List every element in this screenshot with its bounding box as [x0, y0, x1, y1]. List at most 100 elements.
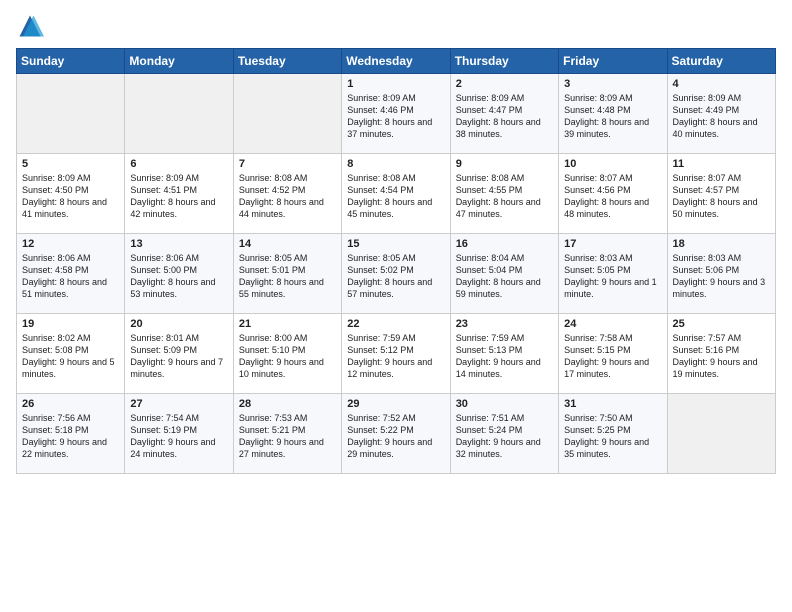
dow-header-wednesday: Wednesday: [342, 49, 450, 74]
cell-info: Sunrise: 8:06 AM Sunset: 4:58 PM Dayligh…: [22, 252, 119, 301]
cell-info: Sunrise: 7:52 AM Sunset: 5:22 PM Dayligh…: [347, 412, 444, 461]
cell-info: Sunrise: 8:07 AM Sunset: 4:57 PM Dayligh…: [673, 172, 770, 221]
dow-header-monday: Monday: [125, 49, 233, 74]
cell-info: Sunrise: 8:09 AM Sunset: 4:51 PM Dayligh…: [130, 172, 227, 221]
cell-info: Sunrise: 8:05 AM Sunset: 5:01 PM Dayligh…: [239, 252, 336, 301]
cell-info: Sunrise: 8:06 AM Sunset: 5:00 PM Dayligh…: [130, 252, 227, 301]
logo-icon: [16, 12, 44, 40]
cell-info: Sunrise: 7:54 AM Sunset: 5:19 PM Dayligh…: [130, 412, 227, 461]
day-number: 17: [564, 238, 661, 250]
day-number: 27: [130, 398, 227, 410]
day-number: 5: [22, 158, 119, 170]
calendar-cell: 8 Sunrise: 8:08 AM Sunset: 4:54 PM Daylig…: [342, 154, 450, 234]
day-number: 13: [130, 238, 227, 250]
cell-info: Sunrise: 7:56 AM Sunset: 5:18 PM Dayligh…: [22, 412, 119, 461]
dow-header-saturday: Saturday: [667, 49, 775, 74]
dow-header-thursday: Thursday: [450, 49, 558, 74]
cell-info: Sunrise: 8:03 AM Sunset: 5:06 PM Dayligh…: [673, 252, 770, 301]
cell-info: Sunrise: 8:09 AM Sunset: 4:47 PM Dayligh…: [456, 92, 553, 141]
calendar-cell: 11 Sunrise: 8:07 AM Sunset: 4:57 PM Dayli…: [667, 154, 775, 234]
calendar-cell: 23 Sunrise: 7:59 AM Sunset: 5:13 PM Dayli…: [450, 314, 558, 394]
dow-header-friday: Friday: [559, 49, 667, 74]
calendar-cell: 29 Sunrise: 7:52 AM Sunset: 5:22 PM Dayli…: [342, 394, 450, 474]
cell-info: Sunrise: 7:51 AM Sunset: 5:24 PM Dayligh…: [456, 412, 553, 461]
calendar-cell: 6 Sunrise: 8:09 AM Sunset: 4:51 PM Daylig…: [125, 154, 233, 234]
cell-info: Sunrise: 7:53 AM Sunset: 5:21 PM Dayligh…: [239, 412, 336, 461]
day-number: 20: [130, 318, 227, 330]
calendar-cell: 27 Sunrise: 7:54 AM Sunset: 5:19 PM Dayli…: [125, 394, 233, 474]
calendar-cell: 7 Sunrise: 8:08 AM Sunset: 4:52 PM Daylig…: [233, 154, 341, 234]
cell-info: Sunrise: 8:09 AM Sunset: 4:50 PM Dayligh…: [22, 172, 119, 221]
calendar-table: SundayMondayTuesdayWednesdayThursdayFrid…: [16, 48, 776, 474]
cell-info: Sunrise: 8:00 AM Sunset: 5:10 PM Dayligh…: [239, 332, 336, 381]
calendar-header-row: SundayMondayTuesdayWednesdayThursdayFrid…: [17, 49, 776, 74]
calendar-cell: [125, 74, 233, 154]
calendar-cell: [233, 74, 341, 154]
cell-info: Sunrise: 7:59 AM Sunset: 5:13 PM Dayligh…: [456, 332, 553, 381]
day-number: 11: [673, 158, 770, 170]
calendar-cell: 20 Sunrise: 8:01 AM Sunset: 5:09 PM Dayli…: [125, 314, 233, 394]
calendar-cell: 22Sunrise: 7:59 AM Sunset: 5:12 PM Dayli…: [342, 314, 450, 394]
cell-info: Sunrise: 8:09 AM Sunset: 4:49 PM Dayligh…: [673, 92, 770, 141]
cell-info: Sunrise: 8:09 AM Sunset: 4:46 PM Dayligh…: [347, 92, 444, 141]
day-number: 9: [456, 158, 553, 170]
calendar-cell: 13 Sunrise: 8:06 AM Sunset: 5:00 PM Dayli…: [125, 234, 233, 314]
calendar-cell: 21 Sunrise: 8:00 AM Sunset: 5:10 PM Dayli…: [233, 314, 341, 394]
day-number: 6: [130, 158, 227, 170]
day-number: 24: [564, 318, 661, 330]
calendar-cell: 28 Sunrise: 7:53 AM Sunset: 5:21 PM Dayli…: [233, 394, 341, 474]
day-number: 28: [239, 398, 336, 410]
cell-info: Sunrise: 8:08 AM Sunset: 4:55 PM Dayligh…: [456, 172, 553, 221]
calendar-week-row: 12 Sunrise: 8:06 AM Sunset: 4:58 PM Dayli…: [17, 234, 776, 314]
day-number: 10: [564, 158, 661, 170]
day-number: 21: [239, 318, 336, 330]
day-number: 2: [456, 78, 553, 90]
day-number: 26: [22, 398, 119, 410]
cell-info: Sunrise: 8:02 AM Sunset: 5:08 PM Dayligh…: [22, 332, 119, 381]
calendar-cell: 26 Sunrise: 7:56 AM Sunset: 5:18 PM Dayli…: [17, 394, 125, 474]
day-number: 23: [456, 318, 553, 330]
calendar-cell: 5 Sunrise: 8:09 AM Sunset: 4:50 PM Daylig…: [17, 154, 125, 234]
cell-info: Sunrise: 8:01 AM Sunset: 5:09 PM Dayligh…: [130, 332, 227, 381]
day-number: 8: [347, 158, 444, 170]
calendar-cell: 10 Sunrise: 8:07 AM Sunset: 4:56 PM Dayli…: [559, 154, 667, 234]
calendar-cell: 1 Sunrise: 8:09 AM Sunset: 4:46 PM Daylig…: [342, 74, 450, 154]
day-number: 29: [347, 398, 444, 410]
dow-header-sunday: Sunday: [17, 49, 125, 74]
calendar-week-row: 26 Sunrise: 7:56 AM Sunset: 5:18 PM Dayli…: [17, 394, 776, 474]
day-number: 15: [347, 238, 444, 250]
cell-info: Sunrise: 8:09 AM Sunset: 4:48 PM Dayligh…: [564, 92, 661, 141]
dow-header-tuesday: Tuesday: [233, 49, 341, 74]
day-number: 31: [564, 398, 661, 410]
day-number: 12: [22, 238, 119, 250]
header: [16, 12, 776, 40]
calendar-cell: 12 Sunrise: 8:06 AM Sunset: 4:58 PM Dayli…: [17, 234, 125, 314]
calendar-cell: 31Sunrise: 7:50 AM Sunset: 5:25 PM Dayli…: [559, 394, 667, 474]
day-number: 19: [22, 318, 119, 330]
logo: [16, 12, 48, 40]
calendar-cell: 17 Sunrise: 8:03 AM Sunset: 5:05 PM Dayli…: [559, 234, 667, 314]
calendar-cell: 16Sunrise: 8:04 AM Sunset: 5:04 PM Dayli…: [450, 234, 558, 314]
cell-info: Sunrise: 8:05 AM Sunset: 5:02 PM Dayligh…: [347, 252, 444, 301]
calendar-cell: 25Sunrise: 7:57 AM Sunset: 5:16 PM Dayli…: [667, 314, 775, 394]
calendar-cell: [667, 394, 775, 474]
cell-info: Sunrise: 8:03 AM Sunset: 5:05 PM Dayligh…: [564, 252, 661, 301]
day-number: 3: [564, 78, 661, 90]
calendar-week-row: 1 Sunrise: 8:09 AM Sunset: 4:46 PM Daylig…: [17, 74, 776, 154]
day-number: 1: [347, 78, 444, 90]
cell-info: Sunrise: 7:57 AM Sunset: 5:16 PM Dayligh…: [673, 332, 770, 381]
calendar-cell: 2 Sunrise: 8:09 AM Sunset: 4:47 PM Daylig…: [450, 74, 558, 154]
calendar-cell: [17, 74, 125, 154]
calendar-cell: 14Sunrise: 8:05 AM Sunset: 5:01 PM Dayli…: [233, 234, 341, 314]
cell-info: Sunrise: 8:04 AM Sunset: 5:04 PM Dayligh…: [456, 252, 553, 301]
calendar-cell: 24 Sunrise: 7:58 AM Sunset: 5:15 PM Dayli…: [559, 314, 667, 394]
cell-info: Sunrise: 8:07 AM Sunset: 4:56 PM Dayligh…: [564, 172, 661, 221]
cell-info: Sunrise: 7:58 AM Sunset: 5:15 PM Dayligh…: [564, 332, 661, 381]
cell-info: Sunrise: 8:08 AM Sunset: 4:52 PM Dayligh…: [239, 172, 336, 221]
day-number: 7: [239, 158, 336, 170]
cell-info: Sunrise: 8:08 AM Sunset: 4:54 PM Dayligh…: [347, 172, 444, 221]
day-number: 18: [673, 238, 770, 250]
calendar-cell: 4Sunrise: 8:09 AM Sunset: 4:49 PM Daylig…: [667, 74, 775, 154]
calendar-week-row: 5 Sunrise: 8:09 AM Sunset: 4:50 PM Daylig…: [17, 154, 776, 234]
calendar-cell: 19 Sunrise: 8:02 AM Sunset: 5:08 PM Dayli…: [17, 314, 125, 394]
